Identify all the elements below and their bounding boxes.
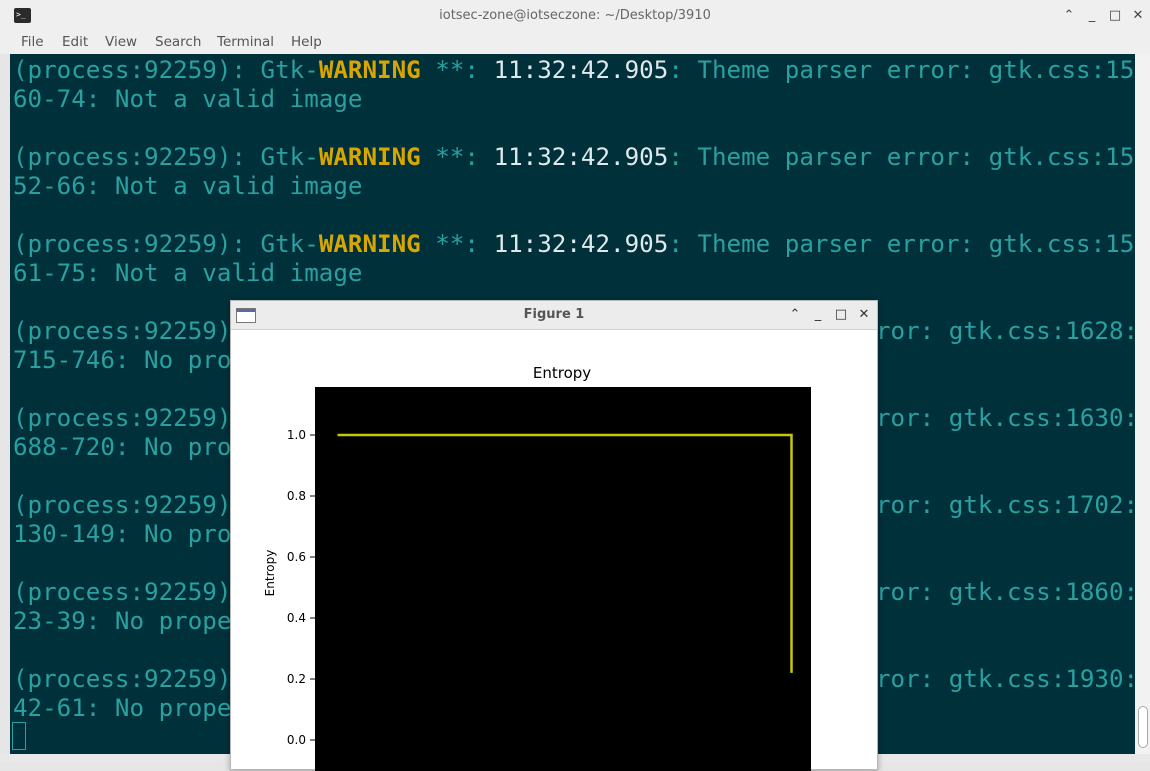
terminal-line-tail: ror: gtk.css:1630: [876,404,1135,432]
y-tick-label: 1.0 [287,428,306,442]
terminal-line: (process:92259) [13,404,232,432]
menu-bar: File Edit View Search Terminal Help [0,32,1150,54]
terminal-titlebar: >_ iotsec-zone@iotseczone: ~/Desktop/391… [0,0,1150,32]
menu-terminal[interactable]: Terminal [217,34,274,50]
minimize-button[interactable]: _ [1083,6,1101,26]
y-tick-label: 0.8 [287,489,306,503]
terminal-line: 42-61: No proper [13,694,246,722]
close-button[interactable]: ✕ [1129,6,1147,26]
menu-view[interactable]: View [105,34,137,50]
y-tick-label: 0.6 [287,550,306,564]
terminal-line: 688-720: No prop [13,433,246,461]
menu-file[interactable]: File [21,34,44,50]
terminal-scrollbar[interactable] [1135,54,1150,754]
terminal-line: (process:92259) [13,578,232,606]
y-tick-label: 0.4 [287,611,306,625]
figure-shade-button[interactable]: ⌃ [786,305,804,325]
y-axis-label: Entropy [263,550,277,597]
maximize-button[interactable]: □ [1106,6,1124,26]
shade-button[interactable]: ⌃ [1060,6,1078,26]
plot-area [315,387,811,771]
menu-help[interactable]: Help [291,34,322,50]
terminal-line: (process:92259): Gtk-WARNING **: 11:32:4… [13,143,1135,171]
terminal-line: (process:92259) [13,491,232,519]
y-tick-label: 0.2 [287,672,306,686]
terminal-line: 130-149: No prop [13,520,246,548]
terminal-line: 52-66: Not a valid image [13,172,363,200]
y-tick-label: 0.0 [287,733,306,747]
figure-window: Figure 1 ⌃ _ □ ✕ Entropy 0.0 0.2 0.4 0.6 0.8… [230,300,878,771]
terminal-line-tail: ror: gtk.css:1930: [876,665,1135,693]
entropy-chart: Entropy 0.0 0.2 0.4 0.6 0.8 1.0 Entropy [263,364,811,771]
figure-titlebar: Figure 1 ⌃ _ □ ✕ [231,301,877,330]
terminal-line-tail: ror: gtk.css:1860: [876,578,1135,606]
terminal-line: 60-74: Not a valid image [13,85,363,113]
terminal-line: (process:92259): Gtk-WARNING **: 11:32:4… [13,230,1135,258]
terminal-line: 715-746: No prop [13,346,246,374]
terminal-line: (process:92259) [13,665,232,693]
figure-close-button[interactable]: ✕ [855,305,873,325]
chart-title: Entropy [533,364,591,382]
figure-minimize-button[interactable]: _ [809,305,827,325]
figure-title: Figure 1 [523,307,585,322]
terminal-line: 61-75: Not a valid image [13,259,363,287]
terminal-line: (process:92259): Gtk-WARNING **: 11:32:4… [13,56,1135,84]
terminal-cursor [12,722,26,750]
terminal-line-tail: ror: gtk.css:1628: [876,317,1135,345]
scrollbar-thumb[interactable] [1138,706,1148,748]
figure-maximize-button[interactable]: □ [832,305,850,325]
menu-search[interactable]: Search [155,34,201,50]
menu-edit[interactable]: Edit [62,34,88,50]
terminal-line: (process:92259) [13,317,232,345]
terminal-line-tail: ror: gtk.css:1702: [876,491,1135,519]
terminal-line: 23-39: No proper [13,607,246,635]
window-title: iotsec-zone@iotseczone: ~/Desktop/3910 [439,8,711,23]
